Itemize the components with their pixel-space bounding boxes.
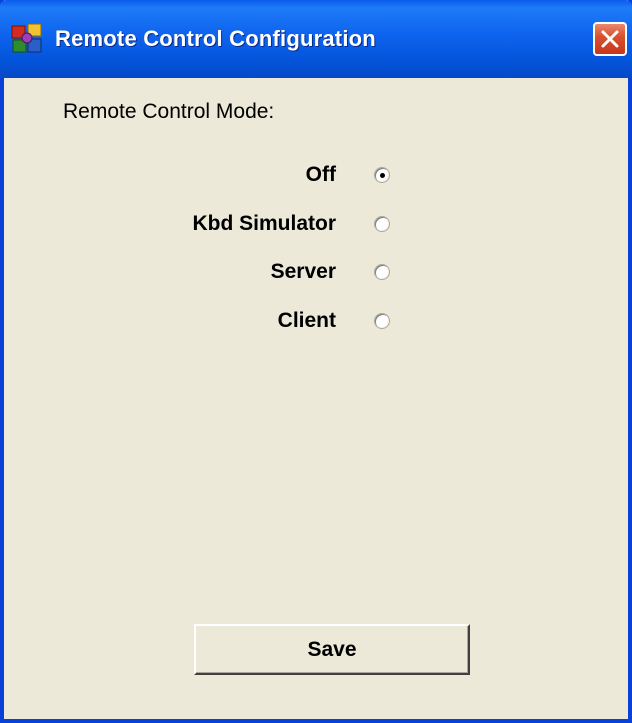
radio-selected-dot bbox=[380, 173, 385, 178]
close-button[interactable] bbox=[593, 22, 627, 56]
mode-option-kbd-simulator[interactable]: Kbd Simulator bbox=[4, 209, 628, 239]
mode-option-client[interactable]: Client bbox=[4, 306, 628, 336]
radio-server[interactable] bbox=[374, 264, 390, 280]
mode-option-off[interactable]: Off bbox=[4, 160, 628, 190]
mode-option-label: Server bbox=[270, 260, 336, 283]
dialog-window: Remote Control Configuration Remote Cont… bbox=[0, 0, 632, 723]
radio-off[interactable] bbox=[374, 167, 390, 183]
radio-client[interactable] bbox=[374, 313, 390, 329]
application-icon bbox=[10, 22, 44, 56]
window-title: Remote Control Configuration bbox=[55, 26, 376, 51]
remote-control-mode-label: Remote Control Mode: bbox=[63, 100, 275, 123]
mode-option-label: Kbd Simulator bbox=[192, 212, 336, 235]
save-button[interactable]: Save bbox=[194, 624, 470, 675]
radio-kbd-simulator[interactable] bbox=[374, 216, 390, 232]
mode-option-label: Off bbox=[305, 163, 336, 186]
title-bar[interactable]: Remote Control Configuration bbox=[0, 0, 632, 78]
mode-option-server[interactable]: Server bbox=[4, 257, 628, 287]
mode-option-label: Client bbox=[277, 309, 336, 332]
